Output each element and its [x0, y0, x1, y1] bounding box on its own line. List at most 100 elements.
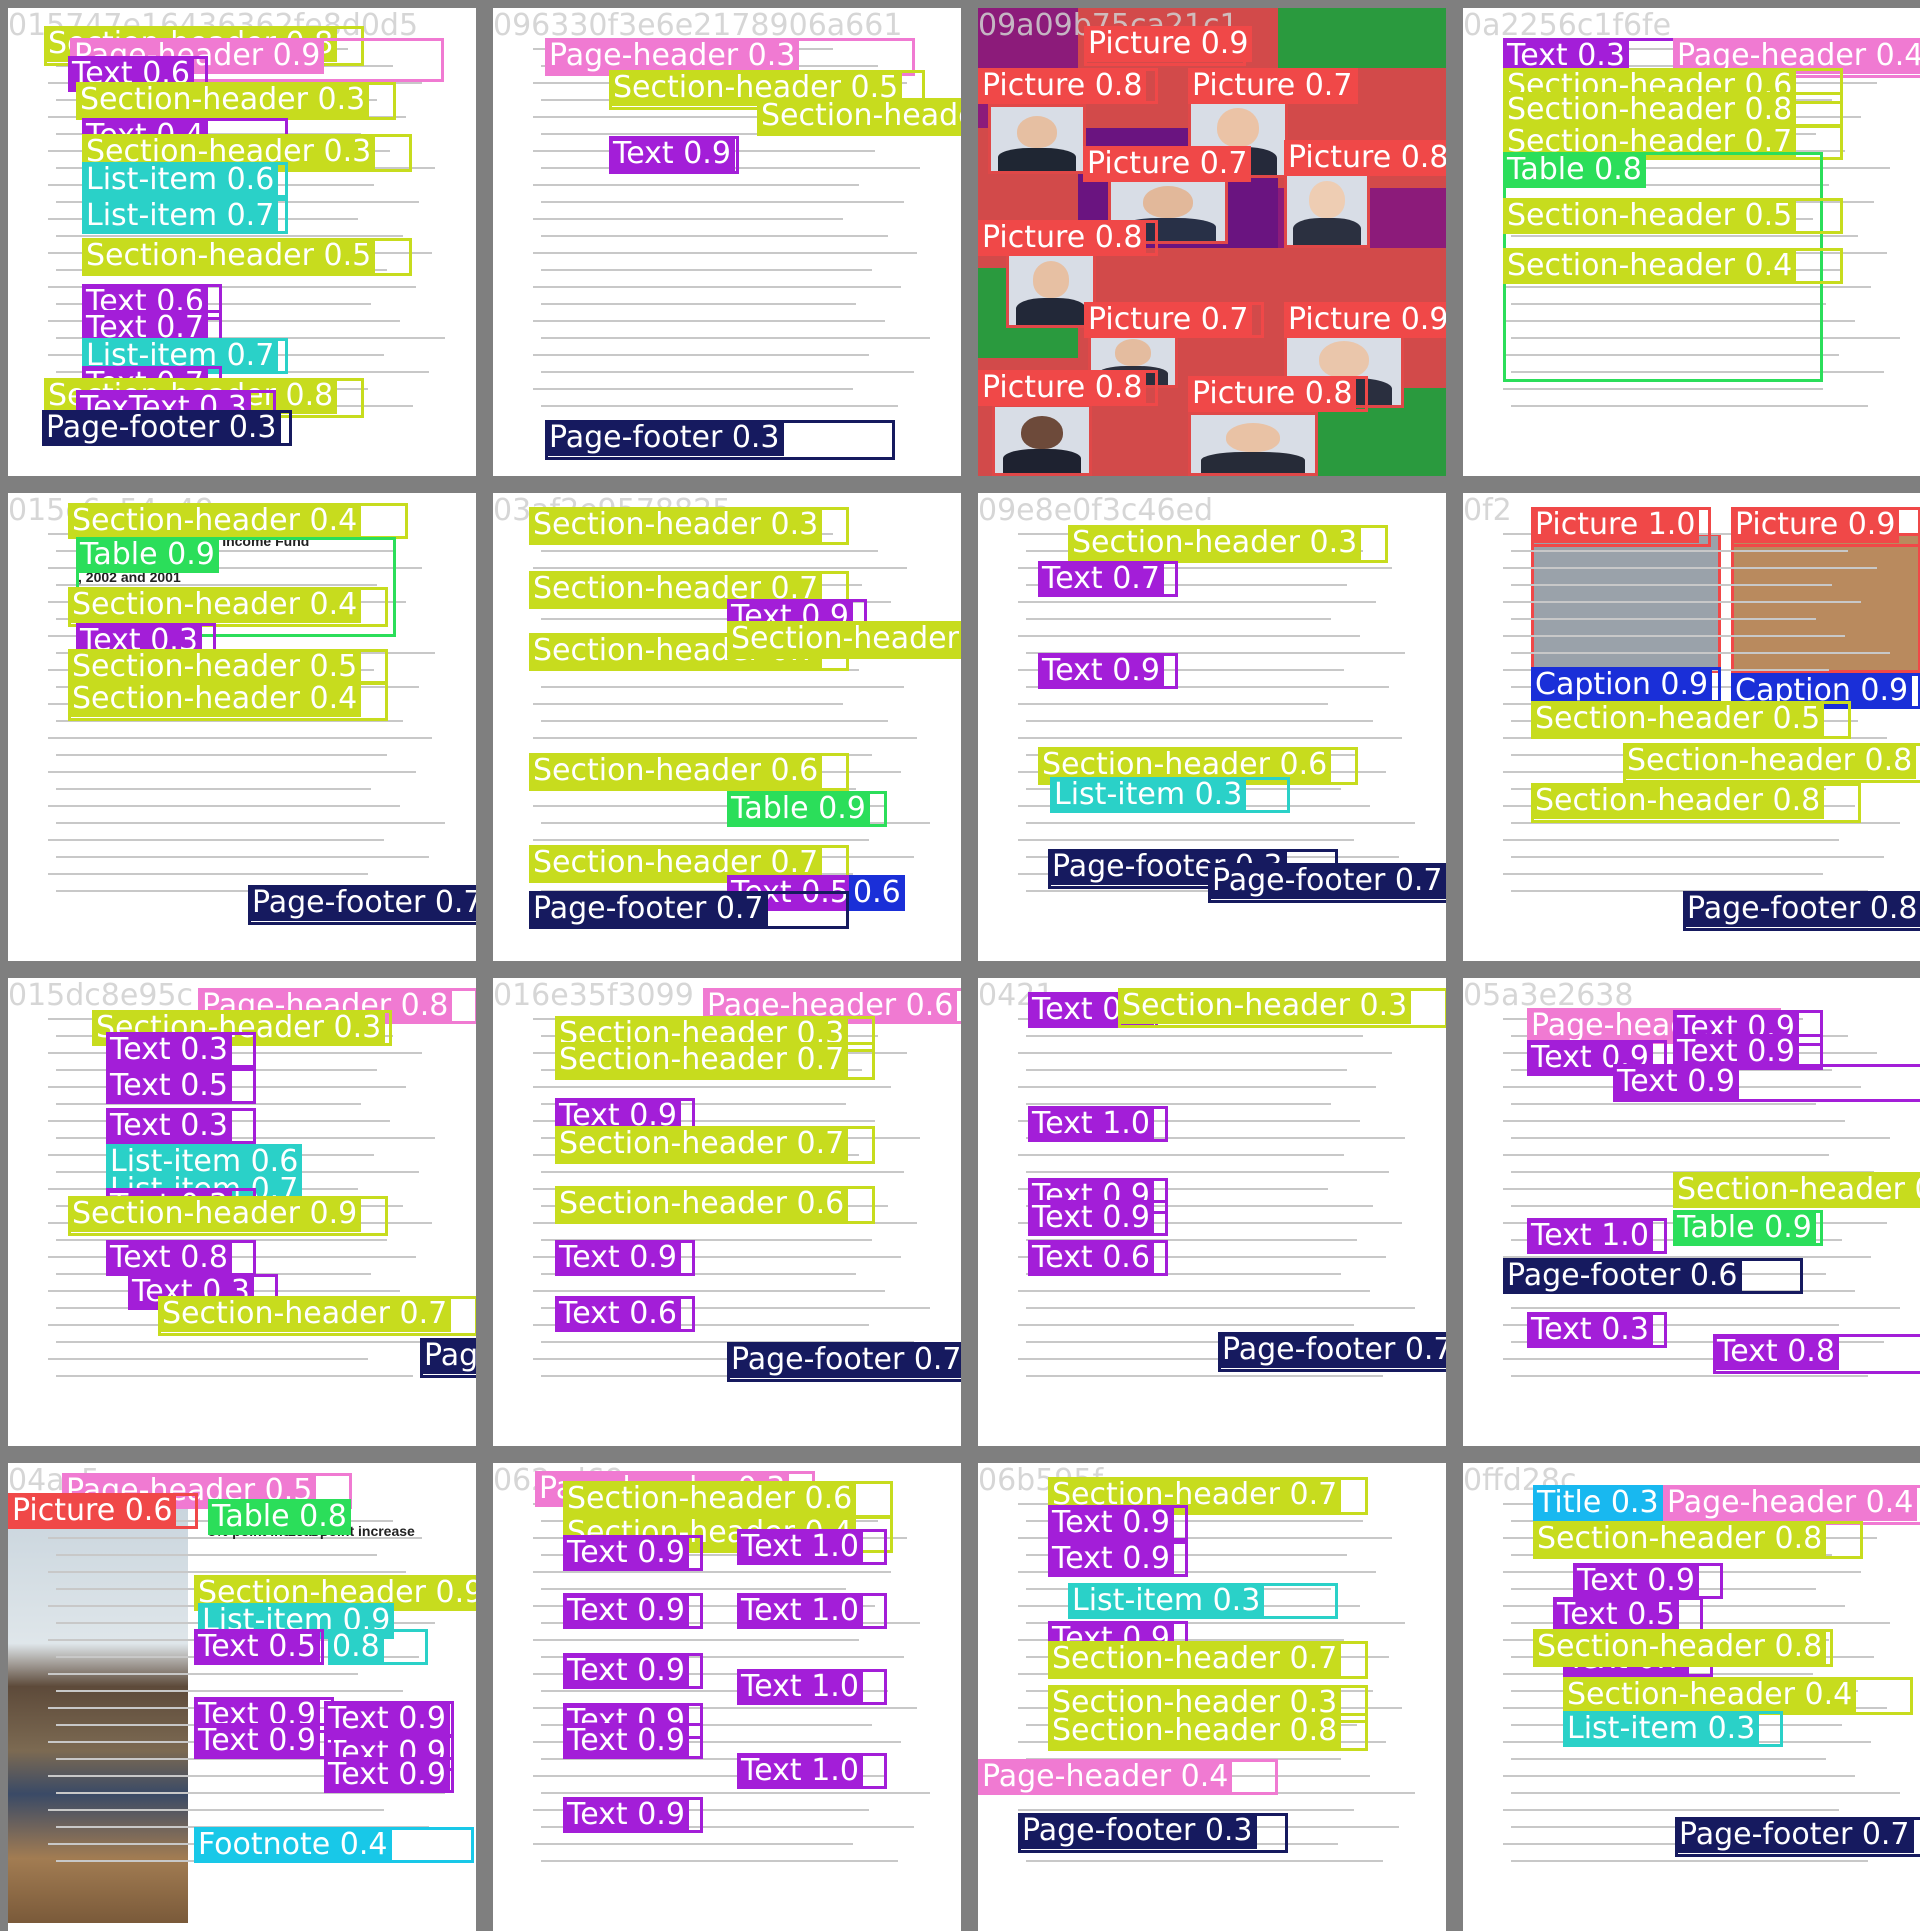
- detection-label: Table 0.9: [1673, 1210, 1816, 1246]
- page-text-line: [1026, 720, 1373, 722]
- detection-label: Page-footer 0.3: [42, 410, 281, 446]
- page-text-line: [541, 1792, 930, 1794]
- page-text-line: [1503, 567, 1877, 569]
- detection-box-text: Text 0.9: [563, 1593, 703, 1629]
- detection-box-page-header: Page-header 0.4: [1527, 1008, 1782, 1044]
- portrait-photo: [1188, 412, 1318, 476]
- mosaic-tile: 09e8e0f3c46ed Section-header 0.3 Text 0.7 T…: [978, 493, 1446, 961]
- page-text-line: [1018, 1290, 1370, 1292]
- detection-box-picture: Picture 0.8: [1188, 376, 1368, 412]
- page-text-line: [1018, 703, 1328, 705]
- suit-shape: [998, 147, 1076, 171]
- detection-box-section-header: Section-header 0.4: [68, 587, 388, 627]
- detection-label: Picture 0.8: [978, 68, 1147, 104]
- page-text-line: [1018, 1052, 1392, 1054]
- detection-box-footnote: Footnote 0.4: [194, 1827, 474, 1863]
- page-text-line: [48, 839, 384, 841]
- image-id-watermark: 015dc8e95c: [8, 978, 194, 1013]
- detection-box-picture: Picture 0.9: [1284, 302, 1446, 338]
- detection-box-page-footer: Page-footer 0.3: [42, 410, 292, 446]
- detection-label: Picture 0.9: [1284, 302, 1446, 338]
- detection-label: Page-footer 0.6: [1503, 1258, 1742, 1294]
- page-text-line: [56, 788, 371, 790]
- page-text-line: [1511, 618, 1816, 620]
- detection-label: Section-header 0.3: [1068, 525, 1362, 561]
- detection-box-text: Text 1.0: [737, 1529, 887, 1565]
- page-text-line: [1026, 1103, 1331, 1105]
- detection-box-section-header: Section-header 0.7: [727, 621, 961, 659]
- detection-box-section-header: Section-header 0.6: [563, 1481, 893, 1519]
- page-text-line: [1511, 856, 1884, 858]
- detection-box-page-footer: Page-footer 0.3: [545, 420, 895, 460]
- detection-box-list-item: List-item 0.3: [1563, 1711, 1783, 1747]
- page-text-line: [1503, 388, 1823, 390]
- detection-label: Table 0.9: [727, 791, 870, 827]
- detection-label: Picture 0.9: [1731, 507, 1900, 543]
- detection-box-text: Text 0.9: [563, 1653, 703, 1689]
- page-text-line: [533, 354, 869, 356]
- detection-label: Text 1.0: [737, 1529, 863, 1565]
- detection-box-picture: Picture 0.8: [978, 68, 1158, 104]
- detection-label: Page-header 0.4: [1663, 1485, 1918, 1521]
- detection-label: Page-footer 0.7: [1218, 1332, 1446, 1368]
- mosaic-tile: 016e35f3099 Page-header 0.6 Section-header…: [493, 978, 961, 1446]
- page-text-line: [1503, 1154, 1829, 1156]
- detection-label: Section-header 0.7: [555, 1042, 849, 1078]
- page-text-line: [48, 1358, 368, 1360]
- detection-box-text: Text 0.9: [563, 1797, 703, 1833]
- detection-label: List-item 0.7: [82, 198, 279, 234]
- detection-label: Table 0.9: [76, 537, 219, 573]
- page-text-line: [56, 1554, 377, 1556]
- page-text-line: [541, 235, 888, 237]
- page-text-line: [541, 303, 856, 305]
- detection-box-text: Text 0.9: [555, 1240, 695, 1276]
- page-text-line: [533, 1290, 885, 1292]
- detection-box-section-header: Section-header 0.8: [1531, 783, 1861, 823]
- detection-box-picture: Picture 0.8: [978, 370, 1158, 406]
- detection-box-text: Text 0.9: [1048, 1505, 1188, 1541]
- page-text-line: [56, 856, 429, 858]
- detection-label: Text 0.3: [106, 1032, 232, 1068]
- page-text-line: [1018, 1086, 1376, 1088]
- detection-label: Text 1.0: [1527, 1218, 1653, 1254]
- detection-box-text: Text 0.9: [563, 1535, 703, 1571]
- detection-box-table: Table 0.9: [727, 791, 887, 827]
- detection-box-text: Text 0.9: [194, 1723, 334, 1759]
- page-text-line: [533, 737, 917, 739]
- detection-box-section-header: Section-header 0.3: [76, 82, 396, 120]
- page-text-line: [541, 201, 904, 203]
- detection-label: Section-header 0.3: [529, 507, 823, 543]
- detection-box-text: Text 0.8: [1713, 1334, 1920, 1374]
- detection-box-text: Text 1.0: [737, 1593, 887, 1629]
- detection-label: Text 1.0: [737, 1593, 863, 1629]
- page-text-line: [533, 703, 843, 705]
- page-text-line: [541, 550, 878, 552]
- detection-label: Page-footer 0.7: [529, 891, 768, 927]
- detection-box-text: Text 0.3: [106, 1032, 256, 1068]
- detection-label: Section-header 0.7: [727, 621, 961, 657]
- page-text-line: [541, 269, 872, 271]
- mosaic-tile: 06b595f Section-header 0.7 Text 0.9 Text 0.…: [978, 1463, 1446, 1931]
- detection-label: Section-header 0.8: [1503, 92, 1797, 128]
- detection-label: Section-header 0.4: [1503, 248, 1797, 284]
- detection-label: Section-header 0.3: [1118, 988, 1412, 1024]
- detection-box-picture: Picture 1.0: [1531, 507, 1711, 547]
- detection-box-page-footer: Page-footer 0.7: [1675, 1817, 1920, 1857]
- detection-label: Section-header 0.3: [76, 82, 370, 118]
- detection-box-section-header: Section-header 0.9: [68, 1196, 388, 1236]
- detection-label: Text 0.9: [194, 1723, 320, 1759]
- portrait-photo: [1284, 168, 1370, 248]
- detection-box-section-header: Section-header 0.4: [68, 503, 408, 539]
- detection-label: Section-header 0.8: [1623, 743, 1917, 779]
- page-text-line: [1511, 405, 1868, 407]
- detection-label: Page-footer 0.8: [1683, 891, 1920, 927]
- page-text-line: [1018, 1154, 1344, 1156]
- detection-label: Text 1.0: [737, 1753, 863, 1789]
- detection-box-page-header: Page-header 0.4: [1663, 1485, 1920, 1525]
- detection-box-section-header: Section-header 0.4: [1673, 1172, 1920, 1208]
- detection-box-list-item: 0.8: [328, 1629, 428, 1665]
- detection-mosaic: 015747e16436362fe8d0d5Section-header 0.8…: [0, 0, 1920, 1931]
- page-text-line: [533, 1571, 891, 1573]
- detection-label: List-item 0.3: [1563, 1711, 1760, 1747]
- detection-box-list-item: List-item 0.6: [82, 162, 288, 198]
